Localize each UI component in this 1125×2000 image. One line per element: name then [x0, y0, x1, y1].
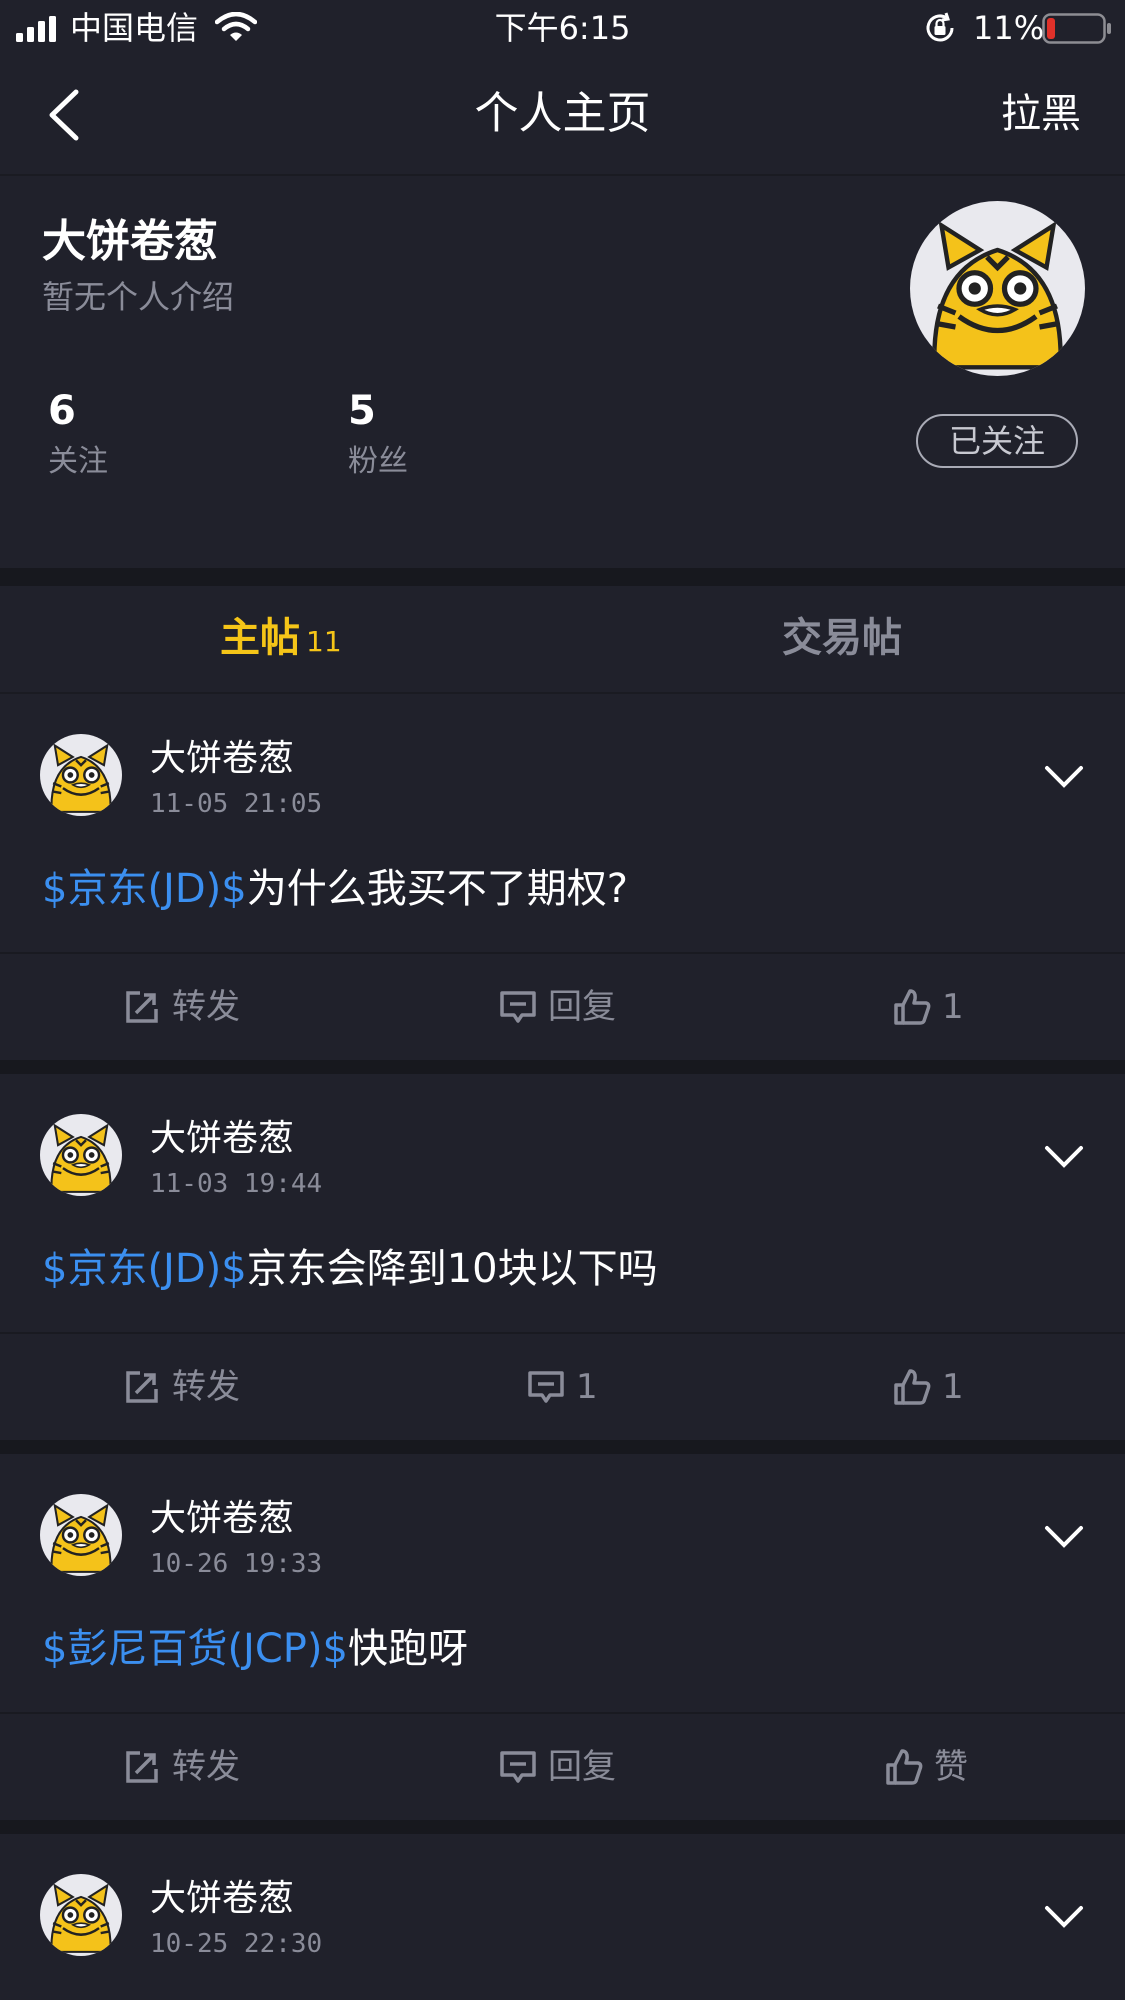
tiger-avatar-icon: [40, 1874, 122, 1956]
thumbs-up-icon: [884, 1747, 924, 1787]
post-actions: 转发 回复 1: [0, 952, 1125, 1062]
profile-header: 大饼卷葱 暂无个人介绍 6 关注 5 粉丝 已关注: [0, 176, 1125, 568]
post-author[interactable]: 大饼卷葱: [150, 1496, 294, 1542]
page-title: 个人主页: [474, 88, 651, 139]
share-icon: [122, 1367, 162, 1407]
post-divider: [0, 1440, 1125, 1454]
like-button[interactable]: 1: [892, 982, 964, 1032]
chevron-down-icon[interactable]: [1044, 764, 1084, 790]
following-stat[interactable]: 6 关注: [48, 386, 108, 482]
thumbs-up-icon: [892, 987, 932, 1027]
profile-name: 大饼卷葱: [42, 216, 218, 267]
thumbs-up-icon: [892, 1367, 932, 1407]
reply-count: 1: [576, 1367, 598, 1407]
followers-stat[interactable]: 5 粉丝: [348, 386, 408, 482]
post-card[interactable]: 大饼卷葱 11-05 21:05 $京东(JD)$为什么我买不了期权? 转发 回…: [0, 694, 1125, 1060]
tab-main-label: 主帖: [220, 615, 300, 661]
post-author[interactable]: 大饼卷葱: [150, 736, 294, 782]
battery-icon: [1042, 13, 1111, 44]
reply-button[interactable]: 回复: [498, 1742, 616, 1792]
share-button[interactable]: 转发: [122, 982, 240, 1032]
following-count: 6: [48, 388, 76, 434]
tab-trade-posts[interactable]: 交易帖: [782, 612, 902, 664]
post-time: 11-05 21:05: [150, 789, 323, 819]
post-author[interactable]: 大饼卷葱: [150, 1116, 294, 1162]
battery-percent: 11%: [973, 9, 1045, 47]
post-text: 为什么我买不了期权?: [246, 866, 628, 912]
post-time: 11-03 19:44: [150, 1169, 323, 1199]
clock: 下午6:15: [494, 9, 631, 47]
author-avatar[interactable]: [40, 734, 122, 816]
like-button[interactable]: 赞: [884, 1742, 968, 1792]
post-author[interactable]: 大饼卷葱: [150, 1876, 294, 1922]
share-label: 转发: [172, 1747, 240, 1787]
tab-main-posts[interactable]: 主帖 11: [220, 612, 342, 668]
reply-label: 回复: [548, 987, 616, 1027]
post-time: 10-26 19:33: [150, 1549, 323, 1579]
share-label: 转发: [172, 987, 240, 1027]
tiger-avatar-icon: [40, 734, 122, 816]
comment-icon: [526, 1367, 566, 1407]
status-bar: 中国电信 下午6:15 11%: [0, 0, 1125, 56]
post-divider: [0, 1820, 1125, 1834]
tiger-avatar-icon: [40, 1114, 122, 1196]
followers-label: 粉丝: [348, 444, 408, 479]
chevron-down-icon[interactable]: [1044, 1904, 1084, 1930]
post-tabs: 主帖 11 交易帖: [0, 586, 1125, 694]
reply-button[interactable]: 1: [526, 1362, 598, 1412]
chevron-down-icon[interactable]: [1044, 1144, 1084, 1170]
post-content[interactable]: $彭尼百货(JCP)$快跑呀: [42, 1622, 468, 1676]
post-text: 京东会降到10块以下吗: [246, 1246, 658, 1292]
post-card[interactable]: 大饼卷葱 10-25 22:30: [0, 1834, 1125, 2000]
share-icon: [122, 1747, 162, 1787]
like-label: 赞: [934, 1747, 968, 1787]
stock-tag-link[interactable]: $京东(JD)$: [42, 866, 247, 912]
post-card[interactable]: 大饼卷葱 11-03 19:44 $京东(JD)$京东会降到10块以下吗 转发 …: [0, 1074, 1125, 1440]
like-button[interactable]: 1: [892, 1362, 964, 1412]
comment-icon: [498, 1747, 538, 1787]
reply-button[interactable]: 回复: [498, 982, 616, 1032]
tab-main-count: 11: [306, 625, 342, 658]
like-label: 1: [942, 987, 964, 1027]
navigation-bar: 个人主页 拉黑: [0, 56, 1125, 176]
followers-count: 5: [348, 388, 376, 434]
share-label: 转发: [172, 1367, 240, 1407]
follow-button[interactable]: 已关注: [916, 414, 1078, 468]
share-button[interactable]: 转发: [122, 1742, 240, 1792]
author-avatar[interactable]: [40, 1494, 122, 1576]
post-card[interactable]: 大饼卷葱 10-26 19:33 $彭尼百货(JCP)$快跑呀 转发 回复 赞: [0, 1454, 1125, 1820]
post-time: 10-25 22:30: [150, 1929, 323, 1959]
share-icon: [122, 987, 162, 1027]
tiger-avatar-icon: [40, 1494, 122, 1576]
author-avatar[interactable]: [40, 1114, 122, 1196]
post-actions: 转发 1 1: [0, 1332, 1125, 1442]
profile-avatar[interactable]: [910, 201, 1085, 376]
post-content[interactable]: $京东(JD)$京东会降到10块以下吗: [42, 1242, 658, 1296]
author-avatar[interactable]: [40, 1874, 122, 1956]
comment-icon: [498, 987, 538, 1027]
stock-tag-link[interactable]: $京东(JD)$: [42, 1246, 247, 1292]
reply-label: 回复: [548, 1747, 616, 1787]
like-label: 1: [942, 1367, 964, 1407]
post-actions: 转发 回复 赞: [0, 1712, 1125, 1822]
rotation-lock-icon: [926, 12, 954, 42]
profile-bio: 暂无个人介绍: [42, 278, 235, 316]
tiger-avatar-icon: [910, 201, 1085, 376]
block-button[interactable]: 拉黑: [1001, 88, 1081, 140]
stock-tag-link[interactable]: $彭尼百货(JCP)$: [42, 1626, 348, 1672]
post-divider: [0, 1060, 1125, 1074]
chevron-down-icon[interactable]: [1044, 1524, 1084, 1550]
following-label: 关注: [48, 444, 108, 479]
post-content[interactable]: $京东(JD)$为什么我买不了期权?: [42, 862, 628, 916]
share-button[interactable]: 转发: [122, 1362, 240, 1412]
post-text: 快跑呀: [347, 1626, 468, 1672]
section-divider: [0, 568, 1125, 586]
